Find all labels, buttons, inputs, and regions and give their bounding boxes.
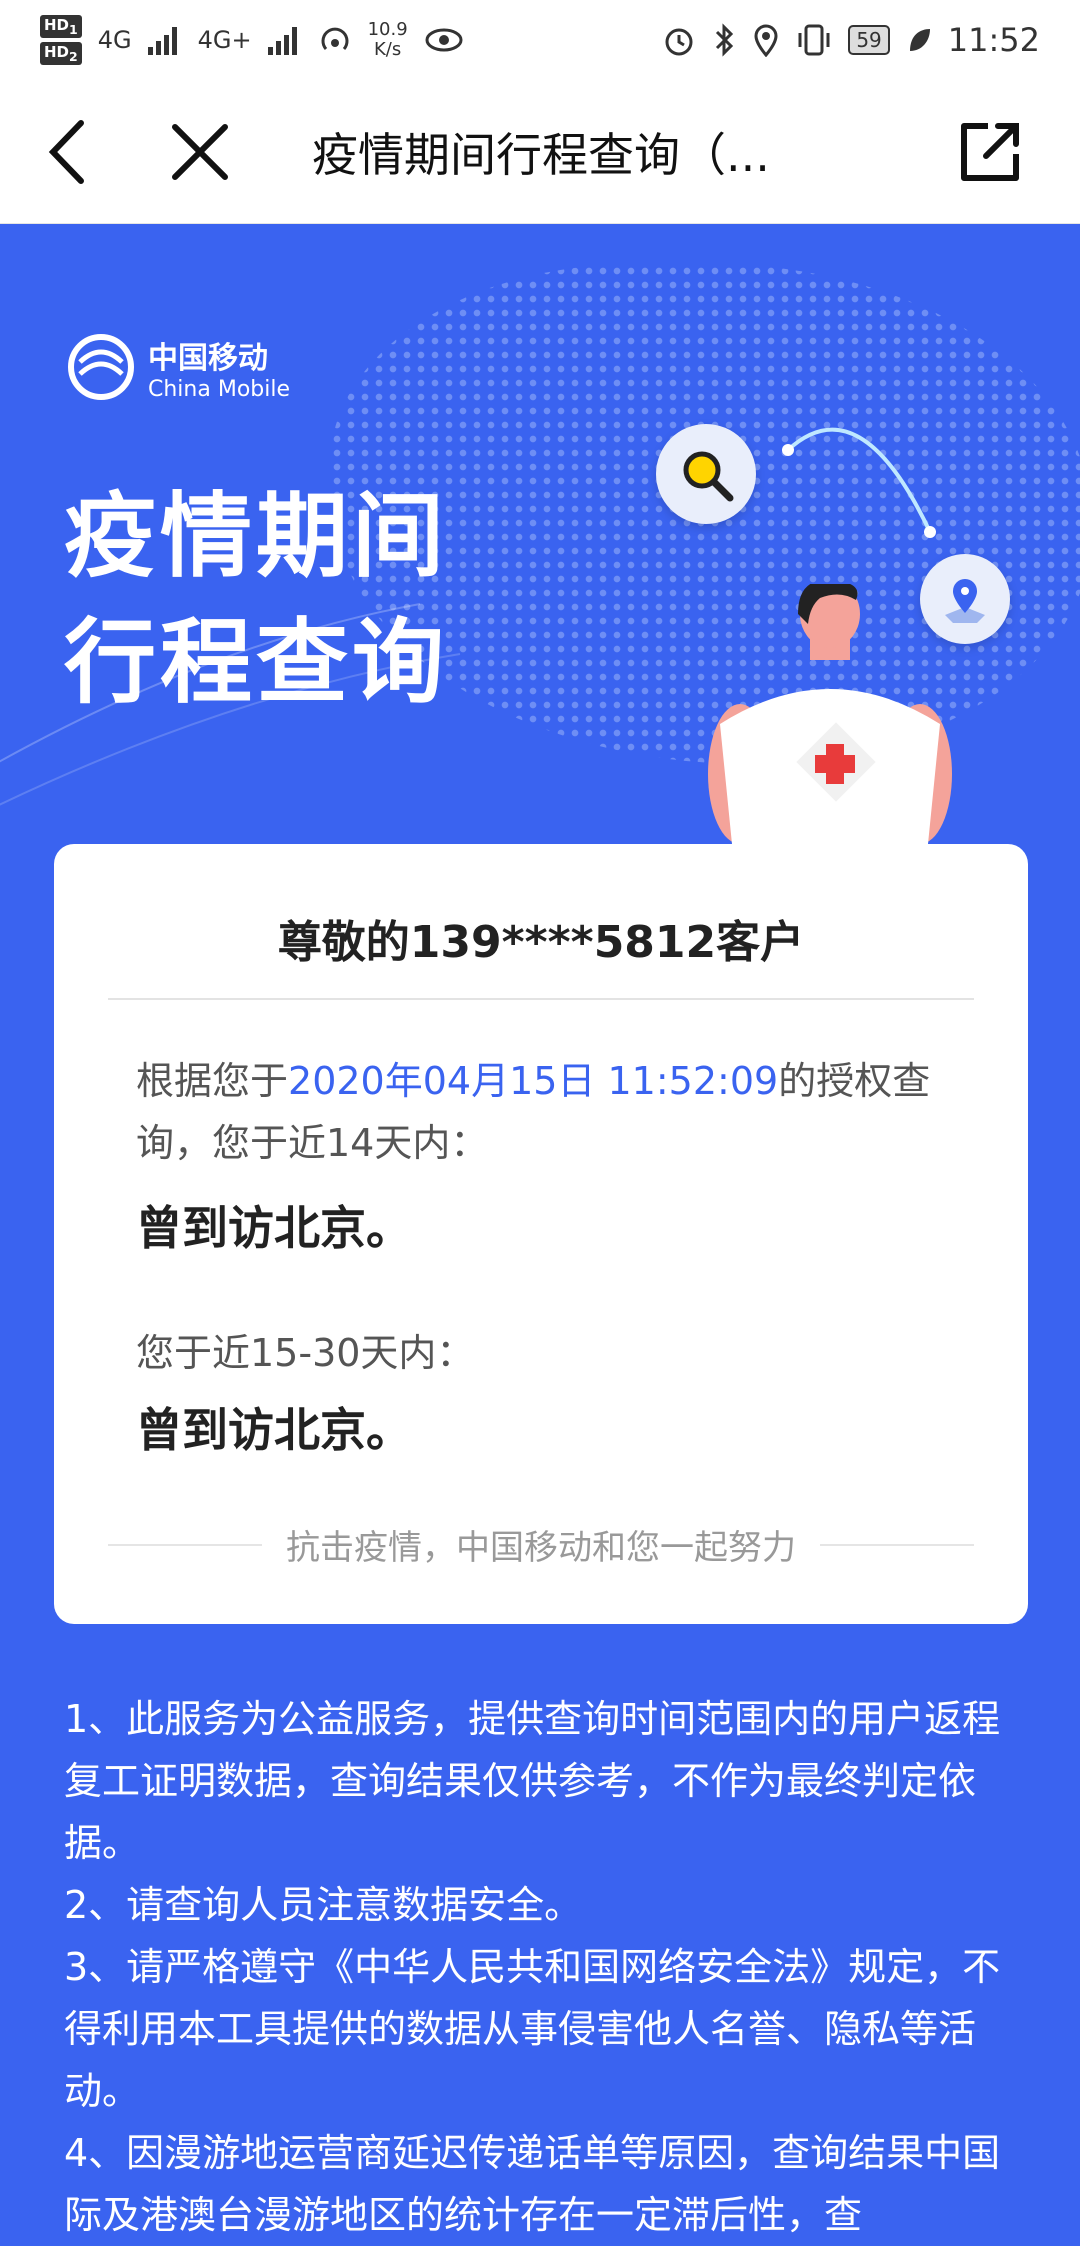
result-15-30-days: 曾到访北京。 — [136, 1403, 412, 1457]
clock: 11:52 — [947, 21, 1040, 59]
note-item: 4、因漫游地运营商延迟传递话单等原因，查询结果中国际及港澳台漫游地区的统计存在一… — [64, 2131, 1001, 2237]
footer-rule-right — [820, 1543, 974, 1546]
logo-cn: 中国移动 — [148, 340, 268, 376]
footer-slogan: 抗击疫情，中国移动和您一起努力 — [286, 1528, 796, 1568]
note-item: 1、此服务为公益服务，提供查询时间范围内的用户返程复工证明数据，查询结果仅供参考… — [64, 1697, 1001, 1865]
china-mobile-logo: 中国移动 China Mobile — [66, 332, 290, 402]
note-item: 2、请查询人员注意数据安全。 — [64, 1883, 583, 1927]
close-icon — [172, 123, 228, 180]
doctor-illustration — [708, 584, 952, 844]
hero-title-line-1: 疫情期间 — [64, 483, 449, 590]
card-footer: 抗击疫情，中国移动和您一起努力 — [108, 1520, 974, 1569]
status-left: HD1 HD2 4G 4G+ 10.9 K/s — [40, 15, 464, 65]
speed-value: 10.9 — [367, 19, 408, 40]
battery-indicator: 59 — [848, 25, 890, 55]
eye-icon — [425, 28, 463, 52]
china-mobile-logo-icon — [68, 334, 134, 400]
logo-en: China Mobile — [148, 376, 291, 402]
back-button[interactable] — [18, 102, 118, 202]
navigation-bar: 疫情期间行程查询（... — [0, 80, 1080, 224]
intro-prefix: 根据您于 — [136, 1059, 289, 1103]
hero-banner: 中国移动 China Mobile 疫情期间 行程查询 — [0, 224, 1080, 844]
speed-unit: K/s — [373, 39, 402, 60]
search-bubble — [656, 424, 756, 524]
footer-rule-left — [108, 1543, 262, 1546]
network-speed: 10.9 K/s — [368, 20, 408, 60]
network-type-2: 4G+ — [197, 26, 252, 54]
share-button[interactable] — [940, 102, 1040, 202]
share-external-icon — [961, 123, 1019, 181]
location-status-icon — [754, 24, 778, 57]
signal-icon — [147, 27, 177, 55]
result-14-days: 曾到访北京。 — [136, 1201, 412, 1255]
card-divider — [108, 998, 974, 1000]
leaf-icon — [909, 29, 930, 51]
greeting-title: 尊敬的139****5812客户 — [277, 917, 805, 968]
hd-badge-1: HD1 — [40, 15, 82, 38]
logo-text: 中国移动 China Mobile — [148, 333, 290, 402]
chevron-left-icon — [48, 119, 84, 184]
hd-badge-2: HD2 — [40, 42, 82, 65]
signal-icon-2 — [267, 27, 297, 55]
hotspot-icon — [321, 27, 349, 50]
close-button[interactable] — [150, 102, 250, 202]
route-arc — [782, 427, 936, 538]
authorization-intro: 根据您于2020年04月15日 11:52:09的授权查询，您于近14天内： — [136, 1050, 966, 1174]
alarm-icon — [665, 28, 693, 56]
hero-title-line-2: 行程查询 — [64, 609, 449, 716]
label-15-30-days: 您于近15-30天内： — [136, 1331, 475, 1375]
page-title: 疫情期间行程查询（... — [312, 127, 770, 182]
status-right: 59 11:52 — [662, 21, 1040, 59]
result-card: 尊敬的139****5812客户 根据您于2020年04月15日 11:52:0… — [54, 844, 1028, 1624]
bluetooth-icon — [716, 23, 734, 57]
note-item: 3、请严格遵守《中华人民共和国网络安全法》规定，不 得利用本工具提供的数据从事侵… — [64, 1945, 1001, 2113]
network-type-1: 4G — [97, 26, 132, 54]
status-bar: HD1 HD2 4G 4G+ 10.9 K/s 59 11:52 — [0, 0, 1080, 80]
authorization-datetime: 2020年04月15日 11:52:09 — [288, 1059, 779, 1103]
search-magnifier-icon — [683, 451, 734, 502]
hero-title: 疫情期间 行程查询 — [64, 474, 448, 726]
vibrate-icon — [798, 24, 830, 56]
notes-section: 1、此服务为公益服务，提供查询时间范围内的用户返程复工证明数据，查询结果仅供参考… — [64, 1688, 1024, 2246]
hd-indicators: HD1 HD2 — [40, 15, 82, 65]
